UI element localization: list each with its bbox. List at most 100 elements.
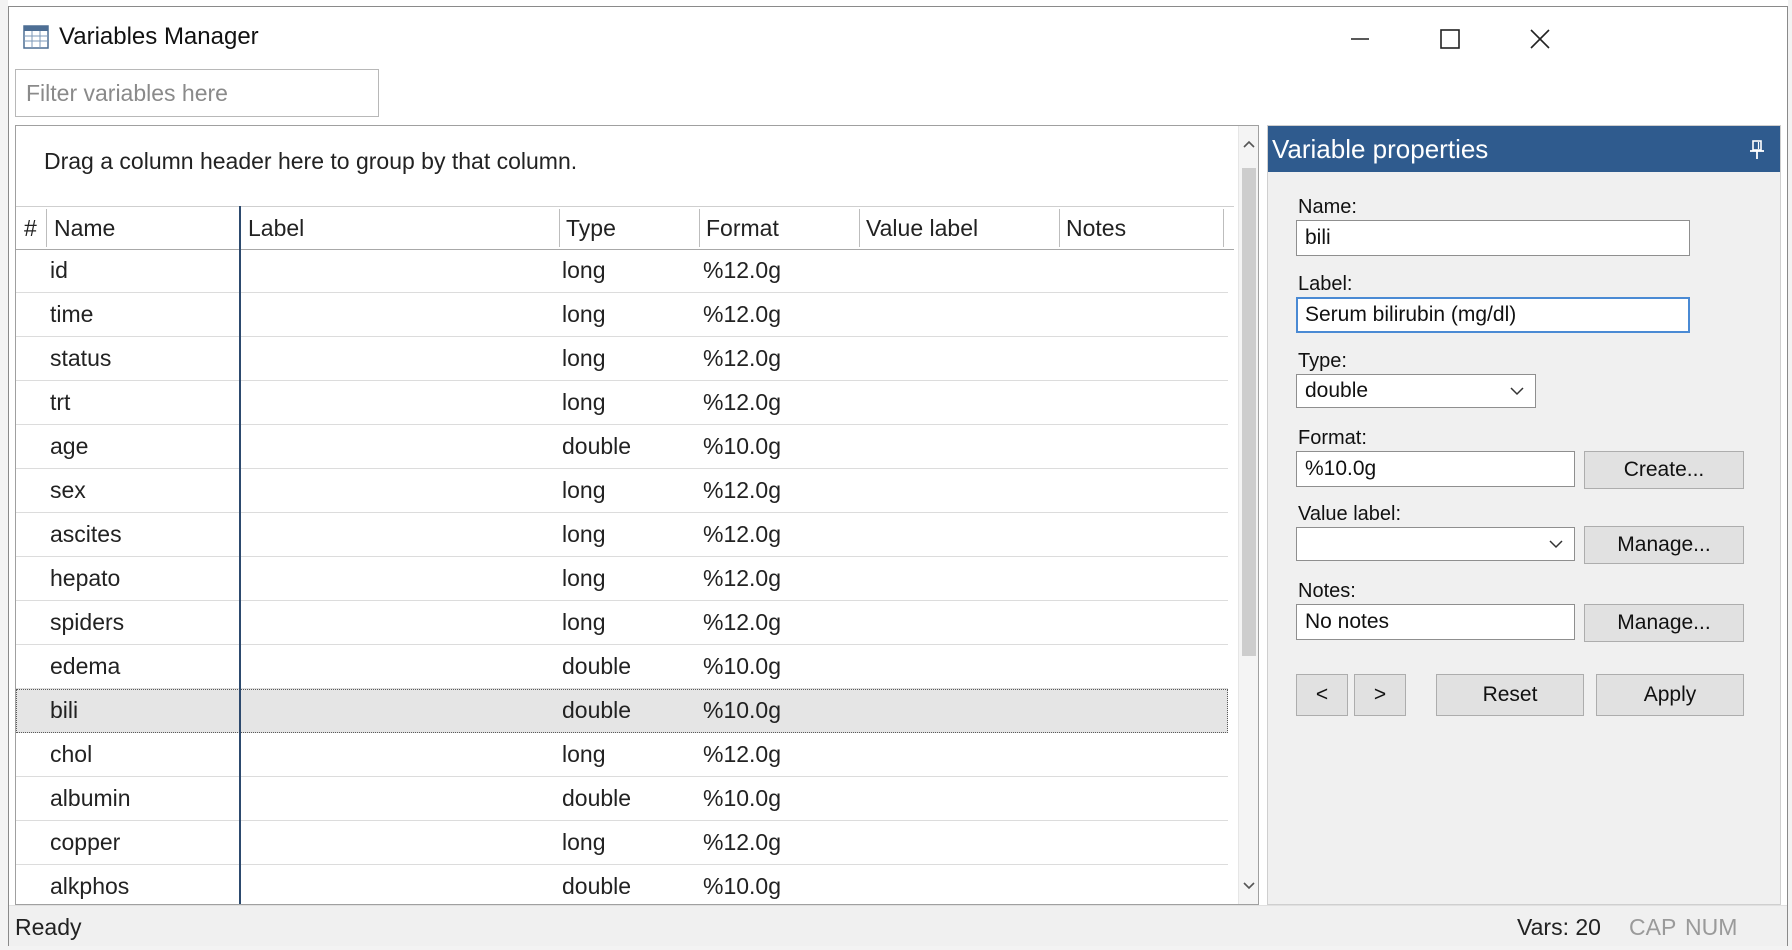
type-select-value: double [1305, 379, 1369, 402]
reset-button[interactable]: Reset [1436, 674, 1584, 716]
cell-format: %12.0g [703, 257, 782, 283]
cell-type: double [562, 653, 632, 679]
table-row-selected[interactable]: bili double %10.0g [16, 689, 1228, 733]
table-row[interactable]: status long %12.0g [16, 337, 1228, 381]
table-row[interactable]: edema double %10.0g [16, 645, 1228, 689]
notes-field[interactable] [1296, 604, 1575, 640]
background-window-edge [0, 0, 8, 950]
cell-name: trt [50, 389, 71, 415]
pin-icon[interactable] [1748, 139, 1766, 161]
value-label-select[interactable] [1296, 527, 1575, 561]
column-header-number[interactable]: # [24, 207, 37, 249]
value-label-manage-button[interactable]: Manage... [1584, 526, 1744, 564]
group-by-area[interactable]: Drag a column header here to group by th… [16, 126, 1238, 206]
column-separator[interactable] [699, 209, 700, 247]
cell-type: double [562, 785, 632, 811]
cell-name: hepato [50, 565, 121, 591]
cell-name: status [50, 345, 112, 371]
scrollbar-thumb[interactable] [1242, 168, 1256, 656]
vertical-scrollbar[interactable] [1238, 126, 1258, 904]
scroll-down-icon[interactable] [1239, 874, 1258, 898]
table-row[interactable]: albumin double %10.0g [16, 777, 1228, 821]
chevron-down-icon [1510, 387, 1524, 396]
cell-format: %12.0g [703, 389, 782, 415]
table-row[interactable]: hepato long %12.0g [16, 557, 1228, 601]
cell-type: long [562, 257, 606, 283]
chevron-down-icon [1549, 540, 1563, 549]
cell-name: edema [50, 653, 121, 679]
cell-name: chol [50, 741, 93, 767]
cell-type: long [562, 301, 606, 327]
close-icon [1530, 29, 1550, 49]
table-row[interactable]: chol long %12.0g [16, 733, 1228, 777]
column-header-name[interactable]: Name [54, 207, 115, 249]
type-field-label: Type: [1298, 350, 1347, 372]
cell-format: %12.0g [703, 301, 782, 327]
cell-format: %10.0g [703, 653, 782, 679]
previous-variable-button[interactable]: < [1296, 674, 1348, 716]
column-separator[interactable] [859, 209, 860, 247]
column-separator[interactable] [1059, 209, 1060, 247]
format-create-button[interactable]: Create... [1584, 451, 1744, 489]
frozen-column-divider[interactable] [239, 206, 241, 904]
table-row[interactable]: sex long %12.0g [16, 469, 1228, 513]
maximize-button[interactable] [1405, 15, 1495, 63]
scroll-up-icon[interactable] [1239, 132, 1258, 156]
cell-name: time [50, 301, 94, 327]
minimize-icon [1351, 38, 1369, 40]
name-field-label: Name: [1298, 196, 1357, 218]
variables-manager-window: Variables Manager Drag a column header h… [8, 6, 1788, 946]
format-field[interactable] [1296, 451, 1575, 487]
column-header-format[interactable]: Format [706, 207, 779, 249]
status-bar: Ready Vars: 20 CAP NUM [9, 905, 1787, 946]
cell-format: %12.0g [703, 609, 782, 635]
cell-name: albumin [50, 785, 131, 811]
column-separator[interactable] [559, 209, 560, 247]
cell-type: long [562, 609, 606, 635]
num-lock-indicator: NUM [1685, 914, 1738, 940]
status-text: Ready [15, 914, 82, 940]
label-field-label: Label: [1298, 273, 1353, 295]
minimize-button[interactable] [1315, 15, 1405, 63]
cell-type: long [562, 389, 606, 415]
column-separator[interactable] [1223, 209, 1224, 247]
properties-title: Variable properties [1272, 134, 1489, 164]
table-row[interactable]: id long %12.0g [16, 249, 1228, 293]
cell-format: %12.0g [703, 741, 782, 767]
table-grid-icon [23, 25, 49, 49]
close-button[interactable] [1495, 15, 1585, 63]
next-variable-button[interactable]: > [1354, 674, 1406, 716]
notes-manage-button[interactable]: Manage... [1584, 604, 1744, 642]
column-header-type[interactable]: Type [566, 207, 616, 249]
value-label-field-label: Value label: [1298, 503, 1402, 525]
table-row[interactable]: trt long %12.0g [16, 381, 1228, 425]
cell-name: bili [50, 697, 79, 723]
column-header-value-label[interactable]: Value label [866, 207, 978, 249]
filter-variables-input[interactable] [15, 69, 379, 117]
table-row[interactable]: ascites long %12.0g [16, 513, 1228, 557]
cell-type: long [562, 477, 606, 503]
column-header-label[interactable]: Label [248, 207, 304, 249]
column-separator[interactable] [46, 209, 47, 247]
title-bar[interactable]: Variables Manager [9, 7, 1787, 69]
cell-type: long [562, 521, 606, 547]
table-row[interactable]: age double %10.0g [16, 425, 1228, 469]
table-row[interactable]: copper long %12.0g [16, 821, 1228, 865]
table-row[interactable]: time long %12.0g [16, 293, 1228, 337]
cell-type: double [562, 873, 632, 899]
grid-header-row: # Name Label Type Format Value label Not… [16, 206, 1234, 250]
apply-button[interactable]: Apply [1596, 674, 1744, 716]
label-field[interactable] [1296, 297, 1690, 333]
cell-format: %12.0g [703, 829, 782, 855]
variables-grid: Drag a column header here to group by th… [15, 125, 1259, 905]
type-select[interactable]: double [1296, 374, 1536, 408]
cell-type: double [562, 697, 632, 723]
cell-name: alkphos [50, 873, 130, 899]
cell-format: %10.0g [703, 873, 782, 899]
table-row[interactable]: spiders long %12.0g [16, 601, 1228, 645]
cell-format: %12.0g [703, 345, 782, 371]
table-row[interactable]: alkphos double %10.0g [16, 865, 1228, 904]
column-header-notes[interactable]: Notes [1066, 207, 1126, 249]
cell-format: %12.0g [703, 565, 782, 591]
name-field[interactable] [1296, 220, 1690, 256]
